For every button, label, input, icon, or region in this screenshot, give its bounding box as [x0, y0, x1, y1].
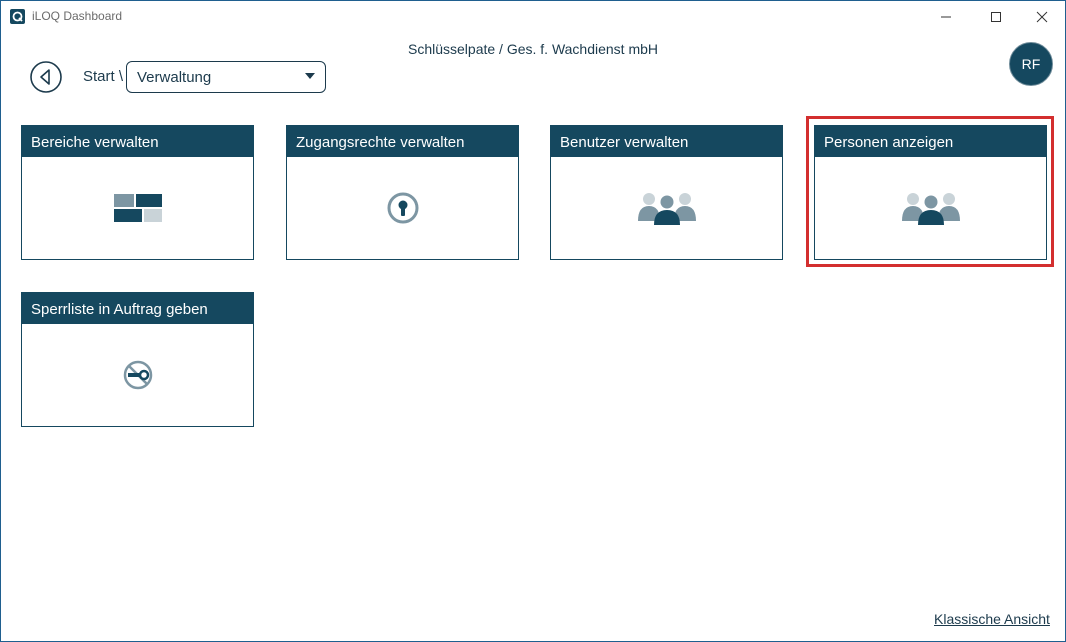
- classic-view-link[interactable]: Klassische Ansicht: [934, 611, 1050, 627]
- title-bar[interactable]: iLOQ Dashboard: [1, 1, 1065, 32]
- minimize-icon: [941, 16, 951, 17]
- maximize-button[interactable]: [973, 1, 1019, 32]
- tile-title: Sperrliste in Auftrag geben: [22, 293, 253, 324]
- tile-title: Benutzer verwalten: [551, 126, 782, 157]
- iloq-logo-icon: [10, 9, 25, 24]
- chevron-down-icon: [305, 73, 315, 79]
- window-title: iLOQ Dashboard: [32, 9, 123, 23]
- tile-zugangsrechte-verwalten[interactable]: Zugangsrechte verwalten: [286, 125, 519, 260]
- minimize-button[interactable]: [923, 1, 969, 32]
- no-key-icon: [123, 360, 152, 390]
- selection-highlight: [806, 116, 1054, 267]
- tile-title: Zugangsrechte verwalten: [287, 126, 518, 157]
- user-avatar[interactable]: RF: [1009, 42, 1053, 86]
- user-initials: RF: [1021, 56, 1041, 72]
- tile-bereiche-verwalten[interactable]: Bereiche verwalten: [21, 125, 254, 260]
- back-button[interactable]: [30, 61, 62, 93]
- dropdown-selected-value: Verwaltung: [137, 69, 212, 86]
- user-group-icon: [637, 193, 696, 225]
- organization-name: Schlüsselpate / Ges. f. Wachdienst mbH: [407, 41, 659, 57]
- breadcrumb-start[interactable]: Start \: [83, 68, 123, 85]
- back-arrow-icon: [30, 61, 62, 93]
- tile-title: Bereiche verwalten: [22, 126, 253, 157]
- section-dropdown[interactable]: Verwaltung: [126, 61, 326, 93]
- close-icon: [1036, 11, 1048, 22]
- areas-grid-icon: [113, 194, 162, 222]
- tile-sperrliste-in-auftrag-geben[interactable]: Sperrliste in Auftrag geben: [21, 292, 254, 427]
- close-button[interactable]: [1019, 1, 1065, 32]
- tile-benutzer-verwalten[interactable]: Benutzer verwalten: [550, 125, 783, 260]
- maximize-icon: [991, 11, 1001, 22]
- keyhole-icon: [387, 192, 418, 224]
- app-window: iLOQ Dashboard Schlüsselpate / Ges. f. W…: [0, 0, 1066, 642]
